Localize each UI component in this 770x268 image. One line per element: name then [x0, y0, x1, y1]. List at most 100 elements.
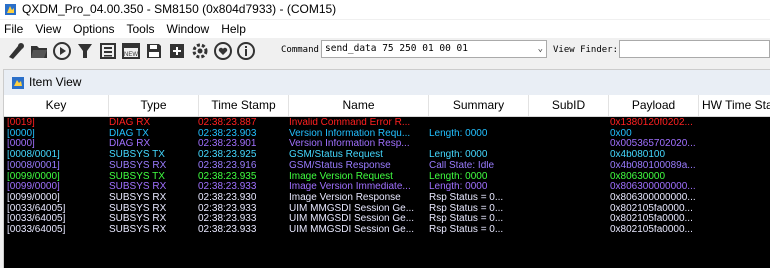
- cell-key: [0019]: [7, 118, 35, 128]
- cell-summary: Rsp Status = 0...: [429, 225, 504, 235]
- cell-time: 02:38:23.930: [198, 192, 257, 203]
- column-header-type[interactable]: Type: [109, 95, 199, 116]
- menu-help[interactable]: Help: [215, 20, 252, 38]
- cell-payload: 0x4b080100: [610, 150, 666, 161]
- table-row[interactable]: [0033/64005] SUBSYS RX 02:38:23.933 UIM MMG…: [4, 204, 770, 215]
- cell-key: [0008/0001]: [7, 150, 60, 161]
- command-value: send_data 75 250 01 00 01: [325, 43, 468, 54]
- command-label: Command:: [281, 45, 325, 55]
- cell-type: DIAG RX: [109, 139, 151, 150]
- cell-payload: 0x80630000: [610, 171, 666, 182]
- table-row[interactable]: [0099/0000] SUBSYS RX 02:38:23.933 Image Ve…: [4, 182, 770, 193]
- cell-key: [0033/64005]: [7, 214, 66, 225]
- cell-summary: Rsp Status = 0...: [429, 192, 504, 203]
- folder-open-icon[interactable]: [29, 41, 49, 61]
- menu-options[interactable]: Options: [67, 20, 120, 38]
- menu-view[interactable]: View: [29, 20, 67, 38]
- add-icon[interactable]: [167, 41, 187, 61]
- cell-summary: Length: 0000: [429, 182, 488, 193]
- cell-type: SUBSYS TX: [109, 171, 165, 182]
- cell-summary: Length: 0000: [429, 150, 488, 161]
- cell-summary: Rsp Status = 0...: [429, 214, 504, 225]
- connect-icon[interactable]: [6, 41, 26, 61]
- cell-time: 02:38:23.916: [198, 160, 257, 171]
- cell-name: Version Information Resp...: [289, 139, 410, 150]
- command-input[interactable]: send_data 75 250 01 00 01 ⌄: [321, 40, 547, 58]
- cell-name: UIM MMGSDI Session Ge...: [289, 225, 415, 235]
- column-header-key[interactable]: Key: [4, 95, 109, 116]
- cell-key: [0033/64005]: [7, 225, 66, 235]
- item-list[interactable]: [0019] DIAG RX 02:38:23.887 Invalid Command…: [4, 117, 770, 268]
- cell-payload: 0x4b080100089a...: [610, 160, 696, 171]
- cell-payload: 0x802105fa0000...: [610, 225, 693, 235]
- cell-name: Image Version Response: [289, 192, 401, 203]
- cell-time: 02:38:23.933: [198, 225, 257, 235]
- cell-time: 02:38:23.933: [198, 182, 257, 193]
- menu-tools[interactable]: Tools: [121, 20, 161, 38]
- table-row[interactable]: [0008/0001] SUBSYS RX 02:38:23.916 GSM/Stat…: [4, 161, 770, 172]
- column-header-summary[interactable]: Summary: [429, 95, 529, 116]
- cell-key: [0000]: [7, 139, 35, 150]
- cell-time: 02:38:23.887: [198, 118, 257, 128]
- cell-type: SUBSYS RX: [109, 160, 167, 171]
- heart-icon[interactable]: [213, 41, 233, 61]
- table-row[interactable]: [0019] DIAG RX 02:38:23.887 Invalid Command…: [4, 118, 770, 129]
- view-finder-input[interactable]: [619, 40, 770, 58]
- new-window-icon[interactable]: NEW: [121, 41, 141, 61]
- table-row[interactable]: [0008/0001] SUBSYS TX 02:38:23.925 GSM/Stat…: [4, 150, 770, 161]
- cell-key: [0099/0000]: [7, 182, 60, 193]
- menu-file[interactable]: File: [0, 20, 29, 38]
- cell-name: UIM MMGSDI Session Ge...: [289, 203, 415, 214]
- save-icon[interactable]: [144, 41, 164, 61]
- menu-window[interactable]: Window: [161, 20, 216, 38]
- column-header-payload[interactable]: Payload: [609, 95, 699, 116]
- cell-key: [0099/0000]: [7, 192, 60, 203]
- cell-payload: 0x806300000000...: [610, 182, 696, 193]
- list-icon[interactable]: [98, 41, 118, 61]
- column-header-name[interactable]: Name: [289, 95, 429, 116]
- table-row[interactable]: [0099/0000] SUBSYS TX 02:38:23.935 Image Ve…: [4, 172, 770, 183]
- table-row[interactable]: [0033/64005] SUBSYS RX 02:38:23.933 UIM MMG…: [4, 225, 770, 236]
- cell-type: SUBSYS TX: [109, 150, 165, 161]
- cell-name: Invalid Command Error R...: [289, 118, 411, 128]
- cell-type: DIAG TX: [109, 128, 149, 139]
- table-row[interactable]: [0000] DIAG RX 02:38:23.901 Version Informa…: [4, 139, 770, 150]
- filter-icon[interactable]: [75, 41, 95, 61]
- column-headers: Key Type Time Stamp Name Summary SubID P…: [4, 95, 770, 117]
- svg-text:NEW: NEW: [124, 52, 138, 58]
- cell-time: 02:38:23.901: [198, 139, 257, 150]
- cell-name: UIM MMGSDI Session Ge...: [289, 214, 415, 225]
- table-row[interactable]: [0099/0000] SUBSYS RX 02:38:23.930 Image Ve…: [4, 193, 770, 204]
- column-header-time-stamp[interactable]: Time Stamp: [199, 95, 289, 116]
- item-view-title: Item View: [29, 75, 82, 89]
- cell-key: [0099/0000]: [7, 171, 60, 182]
- table-row[interactable]: [0000] DIAG TX 02:38:23.903 Version Informa…: [4, 129, 770, 140]
- info-icon[interactable]: [236, 41, 256, 61]
- cell-name: Image Version Immediate...: [289, 182, 411, 193]
- cell-key: [0000]: [7, 128, 35, 139]
- view-finder-label: View Finder:: [553, 45, 619, 55]
- title-bar: QXDM_Pro_04.00.350 - SM8150 (0x804d7933)…: [0, 0, 770, 19]
- play-icon[interactable]: [52, 41, 72, 61]
- item-view-panel: Item View Key Type Time Stamp Name Summa…: [3, 69, 770, 268]
- table-row[interactable]: [0033/64005] SUBSYS RX 02:38:23.933 UIM MMG…: [4, 214, 770, 225]
- cell-time: 02:38:23.935: [198, 171, 257, 182]
- cell-key: [0008/0001]: [7, 160, 60, 171]
- item-view-header: Item View: [4, 70, 770, 96]
- cell-time: 02:38:23.933: [198, 203, 257, 214]
- cell-time: 02:38:23.933: [198, 214, 257, 225]
- column-header-subid[interactable]: SubID: [529, 95, 609, 116]
- menu-bar: File View Options Tools Window Help: [0, 20, 770, 38]
- cell-time: 02:38:23.903: [198, 128, 257, 139]
- column-header-hw-time-stamp[interactable]: HW Time Star: [699, 95, 770, 116]
- settings-icon[interactable]: [190, 41, 210, 61]
- cell-type: SUBSYS RX: [109, 203, 167, 214]
- cell-type: SUBSYS RX: [109, 214, 167, 225]
- cell-payload: 0x802105fa0000...: [610, 203, 693, 214]
- cell-payload: 0x806300000000...: [610, 192, 696, 203]
- cell-name: Image Version Request: [289, 171, 393, 182]
- cell-name: Version Information Requ...: [289, 128, 411, 139]
- chevron-down-icon[interactable]: ⌄: [538, 41, 543, 57]
- cell-summary: Call State: Idle: [429, 160, 495, 171]
- item-view-icon: [12, 77, 24, 89]
